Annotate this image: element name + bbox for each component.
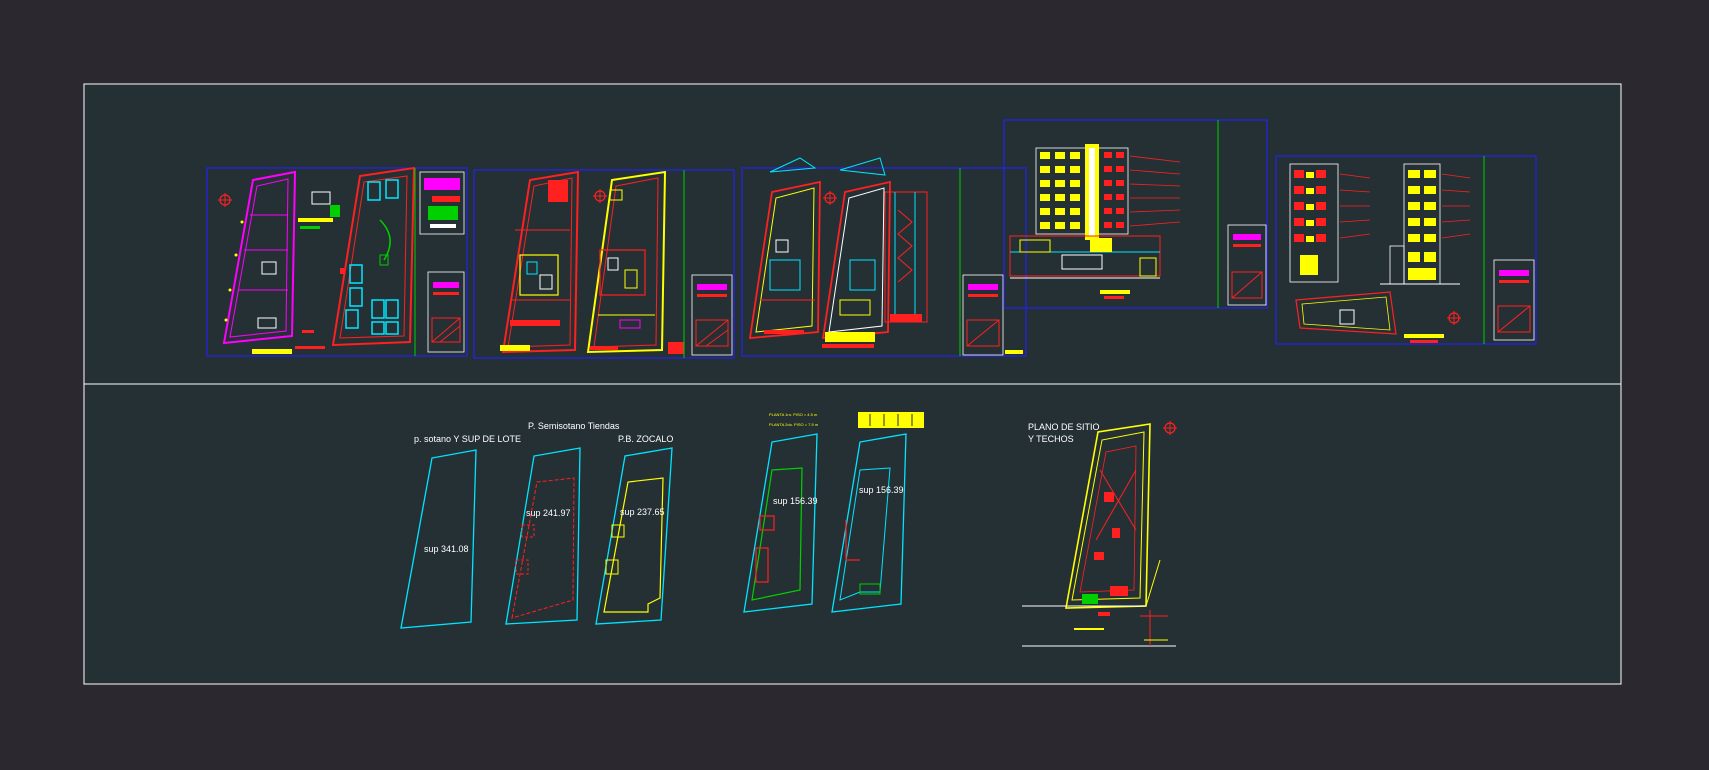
yellow-legend-bar — [858, 412, 924, 428]
area-sotano: sup 341.08 — [424, 544, 469, 554]
area-zocalo: sup 237.65 — [620, 507, 665, 517]
label-techos: Y TECHOS — [1028, 434, 1074, 444]
area-semisotano: sup 241.97 — [526, 508, 571, 518]
label-sotano: p. sotano Y SUP DE LOTE — [414, 434, 522, 444]
label-semisotano: P. Semisotano Tiendas — [528, 421, 620, 431]
label-zocalo: P.B. ZOCALO — [618, 434, 674, 444]
area-piso1: sup 156.39 — [773, 496, 818, 506]
planta-note-1: PLANTA 1ro. PISO = 4.5 m — [769, 412, 818, 417]
cad-viewport[interactable]: P. Semisotano Tiendas p. sotano Y SUP DE… — [0, 0, 1709, 770]
area-piso2: sup 156.39 — [859, 485, 904, 495]
cad-drawing — [83, 83, 1622, 685]
planta-note-2: PLANTA 2do. PISO = 7.5 m — [769, 422, 819, 427]
label-plano-sitio: PLANO DE SITIO — [1028, 422, 1100, 432]
